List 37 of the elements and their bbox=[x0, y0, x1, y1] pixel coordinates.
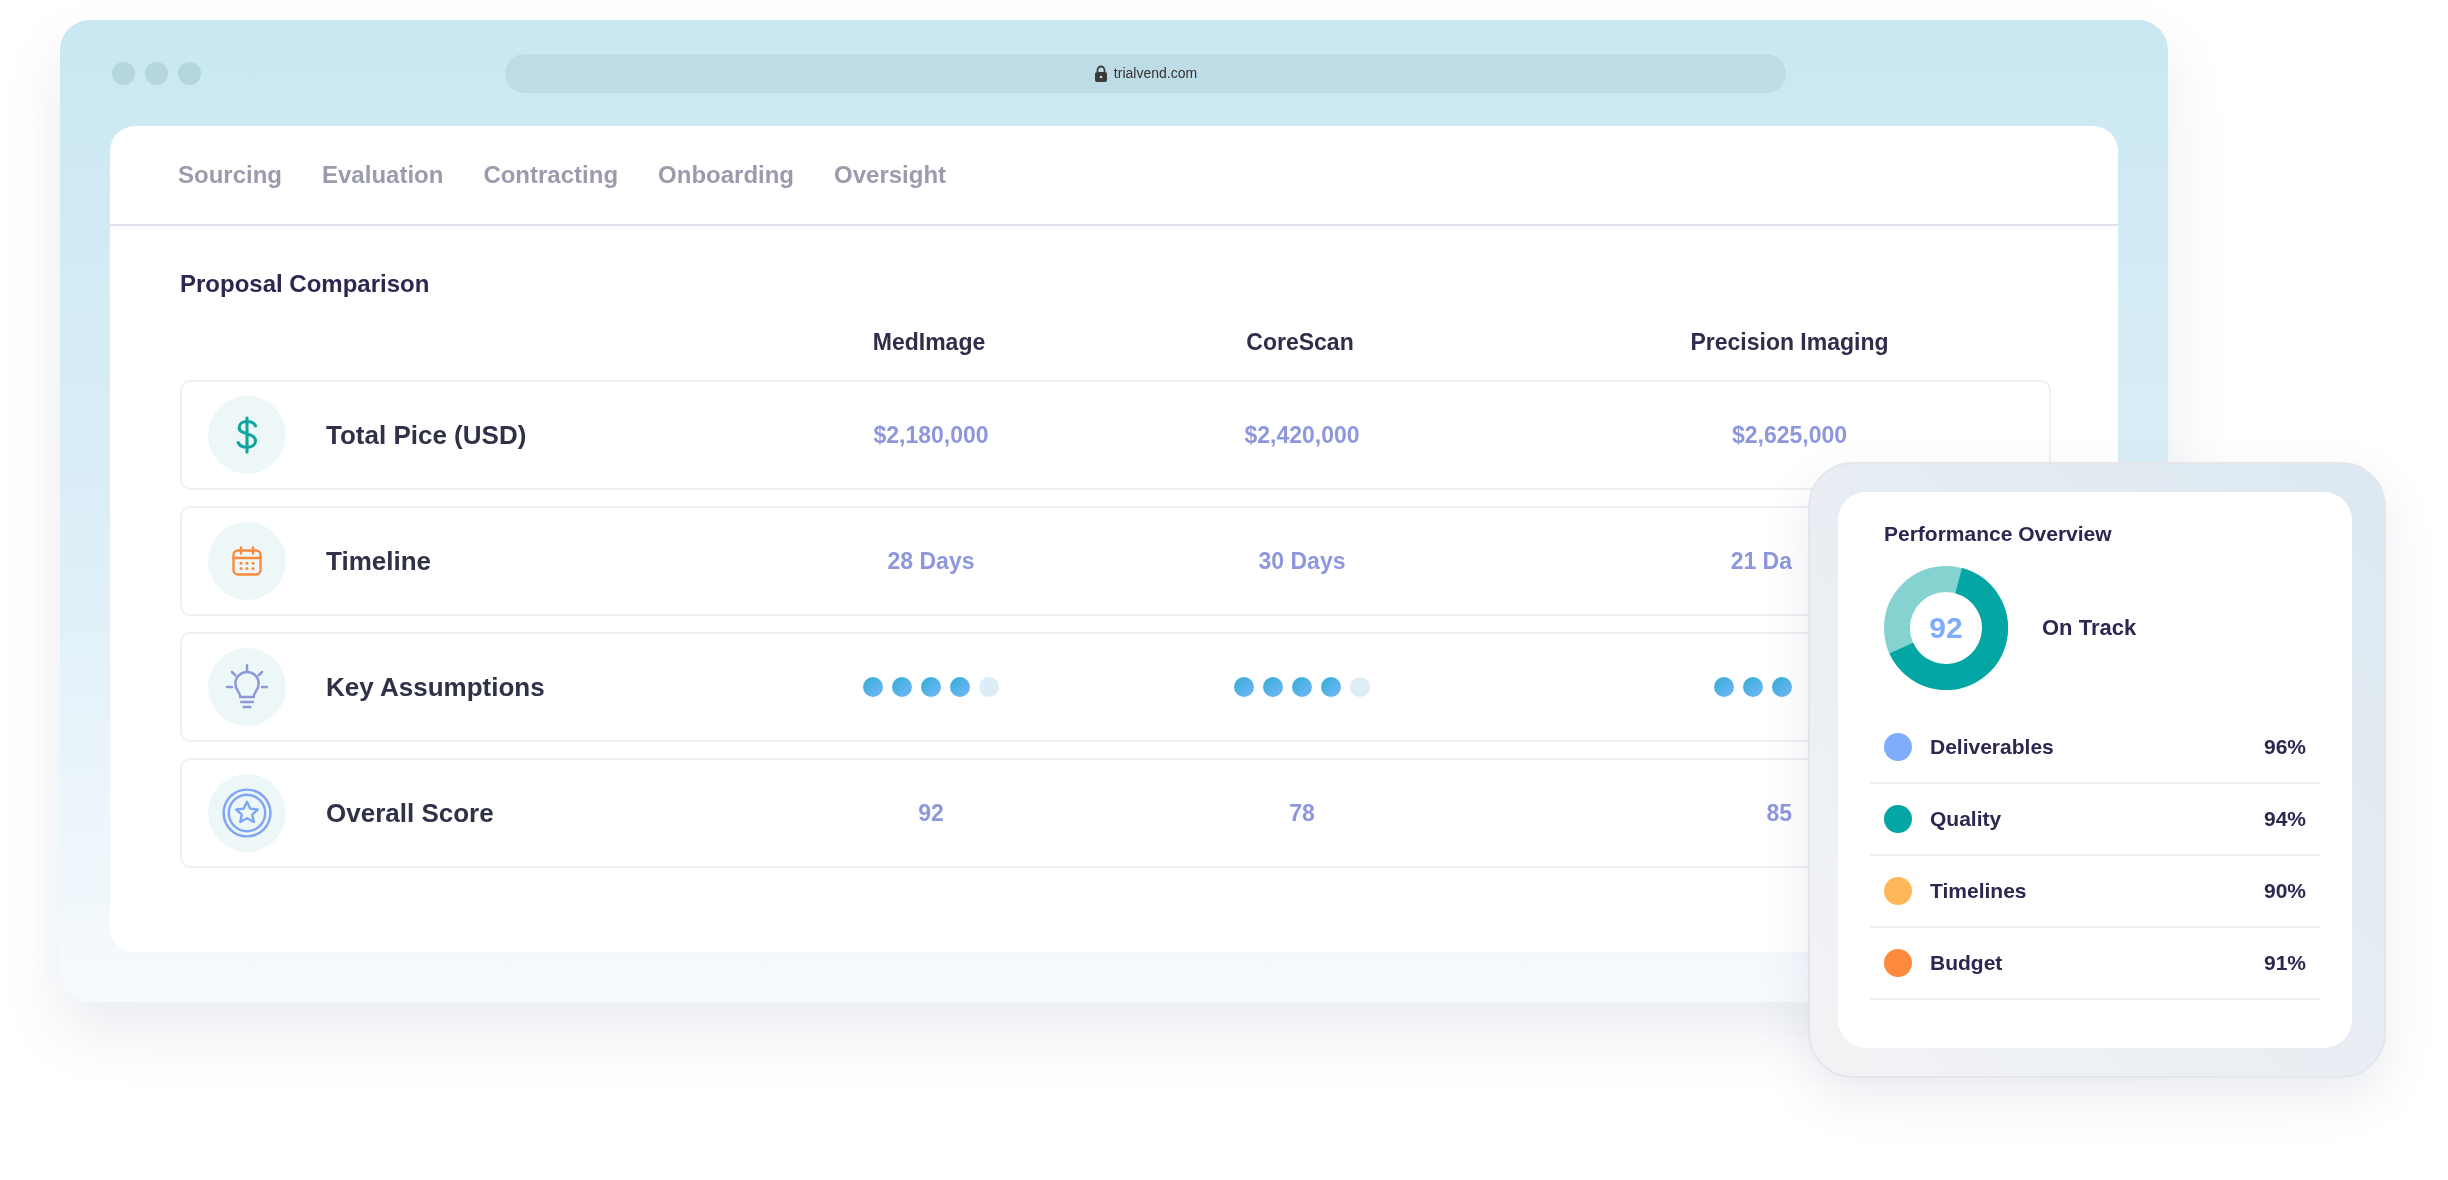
cell-value: 21 Da bbox=[1730, 546, 1792, 576]
metric-label: Quality bbox=[1930, 805, 2002, 832]
card-title: Performance Overview bbox=[1883, 521, 2113, 547]
metric-label: Budget bbox=[1930, 949, 2003, 976]
cell-value: $2,625,000 bbox=[1731, 420, 1848, 450]
cell-value: 85 bbox=[1766, 798, 1792, 828]
row-label: Overall Score bbox=[326, 796, 494, 830]
cell-value: 30 Days bbox=[1258, 546, 1346, 576]
row-label: Timeline bbox=[326, 544, 431, 578]
address-bar[interactable]: trialvend.com bbox=[505, 53, 1786, 93]
cell-value: 78 bbox=[1289, 798, 1315, 828]
column-header: MedImage bbox=[872, 327, 986, 357]
column-header: Precision Imaging bbox=[1690, 327, 1889, 357]
cell-value: 28 Days bbox=[887, 546, 975, 576]
star-badge-icon bbox=[221, 787, 273, 839]
cell-value: $2,180,000 bbox=[873, 420, 989, 450]
row-label: Key Assumptions bbox=[326, 670, 545, 704]
metric-value: 91% bbox=[2263, 949, 2306, 976]
score-value: 92 bbox=[1929, 610, 1963, 646]
cell-value: $2,420,000 bbox=[1244, 420, 1360, 450]
metric-value: 96% bbox=[2263, 733, 2306, 760]
status-label: On Track bbox=[2042, 614, 2137, 642]
metric-value: 90% bbox=[2263, 877, 2306, 904]
metric-label: Timelines bbox=[1930, 877, 2027, 904]
tab[interactable]: Oversight bbox=[834, 157, 947, 193]
calendar-icon bbox=[229, 543, 265, 579]
tab[interactable]: Contracting bbox=[483, 157, 619, 193]
tab[interactable]: Sourcing bbox=[178, 157, 282, 193]
row-label: Total Pice (USD) bbox=[326, 418, 527, 452]
metric-label: Deliverables bbox=[1930, 733, 2054, 760]
metric-value: 94% bbox=[2263, 805, 2306, 832]
tab[interactable]: Evaluation bbox=[322, 157, 444, 193]
lock-icon bbox=[1093, 64, 1108, 82]
cell-value: 92 bbox=[918, 798, 944, 828]
tab[interactable]: Onboarding bbox=[658, 157, 795, 193]
column-header: CoreScan bbox=[1246, 327, 1354, 357]
section-title: Proposal Comparison bbox=[180, 272, 431, 296]
